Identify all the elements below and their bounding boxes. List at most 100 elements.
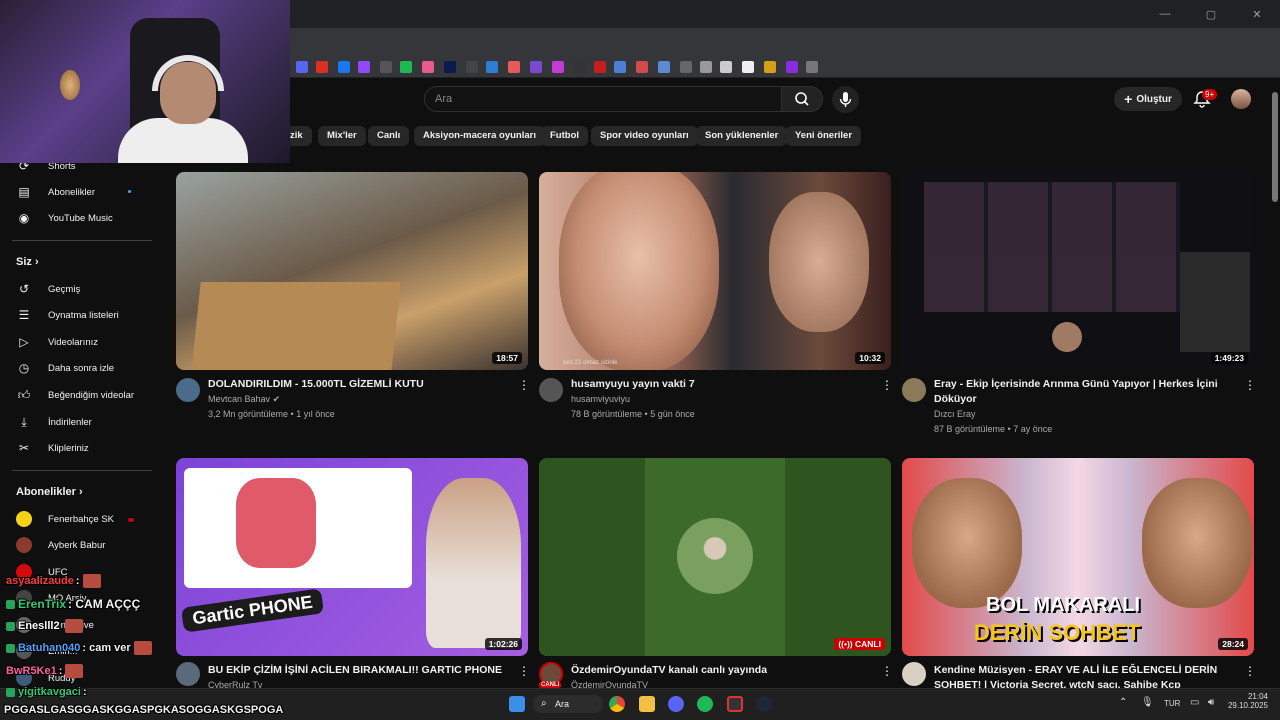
- scrollbar-thumb[interactable]: [1272, 92, 1278, 202]
- chip[interactable]: Son yüklenenler: [696, 126, 788, 146]
- account-avatar[interactable]: [1231, 89, 1251, 109]
- sidebar-channel[interactable]: Fenerbahçe SK: [16, 509, 114, 529]
- bookmark-icon[interactable]: [508, 61, 520, 73]
- bookmark-icon[interactable]: [316, 61, 328, 73]
- channel-name[interactable]: Mevtcan Bahav ✔: [208, 394, 280, 405]
- sidebar-item-subscriptions[interactable]: ▤ Abonelikler: [16, 182, 95, 202]
- video-thumbnail[interactable]: Gartic PHONE 1:02:26: [176, 458, 528, 656]
- minimize-button[interactable]: —: [1142, 0, 1188, 28]
- bookmark-icon[interactable]: [530, 61, 542, 73]
- chat-text: :: [82, 686, 87, 698]
- sidebar-item-music[interactable]: ◉ YouTube Music: [16, 208, 113, 228]
- new-content-dot: [128, 190, 131, 193]
- create-button[interactable]: + Oluştur: [1114, 87, 1182, 111]
- bookmark-icon[interactable]: [594, 61, 606, 73]
- more-options-icon[interactable]: ⋮: [1244, 664, 1256, 678]
- voice-search-button[interactable]: [832, 86, 859, 113]
- sidebar-item-history[interactable]: ↺ Geçmiş: [16, 279, 80, 299]
- sidebar-item-liked[interactable]: 👍︎ Beğendiğim videolar: [16, 385, 134, 405]
- channel-avatar[interactable]: [539, 378, 563, 402]
- more-options-icon[interactable]: ⋮: [881, 378, 893, 392]
- sidebar-item-watch-later[interactable]: ◷ Daha sonra izle: [16, 358, 114, 378]
- bookmark-icon[interactable]: [486, 61, 498, 73]
- channel-avatar[interactable]: [902, 378, 926, 402]
- search-input[interactable]: Ara: [424, 86, 782, 112]
- channel-name[interactable]: Dızcı Eray: [934, 409, 976, 419]
- subscriptions-section-header[interactable]: Abonelikler ›: [16, 486, 83, 498]
- video-title[interactable]: BU EKİP ÇİZİM İŞİNİ ACİLEN BIRAKMALI!! G…: [208, 663, 508, 678]
- video-thumbnail[interactable]: 1:49:23: [902, 172, 1254, 370]
- discord-icon[interactable]: [668, 696, 684, 712]
- bookmark-icon[interactable]: [720, 61, 732, 73]
- sidebar-item-your-videos[interactable]: ▷ Videolarınız: [16, 332, 98, 352]
- bookmark-icon[interactable]: [742, 61, 754, 73]
- video-title[interactable]: ÖzdemirOyundaTV kanalı canlı yayında: [571, 663, 871, 678]
- chip[interactable]: Canlı: [368, 126, 410, 146]
- microphone-icon[interactable]: 🎙︎: [1141, 697, 1154, 708]
- windows-start-icon[interactable]: [509, 696, 525, 712]
- channel-name[interactable]: husamviyuviyu: [571, 394, 630, 404]
- download-icon: ⤓: [21, 414, 27, 429]
- spotify-icon[interactable]: [697, 696, 713, 712]
- video-thumbnail[interactable]: BOL MAKARALI DERİN SOHBET 28:24: [902, 458, 1254, 656]
- channel-avatar[interactable]: [902, 662, 926, 686]
- bookmark-icon[interactable]: [786, 61, 798, 73]
- chip[interactable]: Yeni öneriler: [786, 126, 862, 146]
- bookmark-icon[interactable]: [700, 61, 712, 73]
- chrome-icon[interactable]: [609, 696, 625, 712]
- sidebar-channel[interactable]: Ayberk Babur: [16, 535, 105, 555]
- channel-avatar[interactable]: [176, 662, 200, 686]
- chevron-up-icon[interactable]: ⌃: [1119, 697, 1127, 708]
- maximize-button[interactable]: ▢: [1188, 0, 1234, 28]
- bookmark-icon[interactable]: [658, 61, 670, 73]
- network-icon[interactable]: ▭: [1190, 697, 1199, 708]
- bookmark-icon[interactable]: [338, 61, 350, 73]
- bookmark-icon[interactable]: [806, 61, 818, 73]
- file-explorer-icon[interactable]: [639, 696, 655, 712]
- search-button[interactable]: [781, 86, 823, 112]
- badge-icon: [6, 621, 15, 631]
- bookmark-icon[interactable]: [552, 61, 564, 73]
- bookmark-icon[interactable]: [764, 61, 776, 73]
- close-button[interactable]: ✕: [1234, 0, 1280, 28]
- bookmark-icon[interactable]: [400, 61, 412, 73]
- more-options-icon[interactable]: ⋮: [1244, 378, 1256, 392]
- sidebar-item-playlists[interactable]: ☰ Oynatma listeleri: [16, 305, 119, 325]
- chat-username: Eneslll2: [18, 619, 60, 632]
- bookmark-icon[interactable]: [296, 61, 308, 73]
- bookmark-icon[interactable]: [358, 61, 370, 73]
- chat-text: : CAM AÇÇÇ: [68, 597, 141, 611]
- bookmark-icon[interactable]: [680, 61, 692, 73]
- bookmark-icon[interactable]: [614, 61, 626, 73]
- more-options-icon[interactable]: ⋮: [518, 664, 530, 678]
- video-title[interactable]: Eray - Ekip İçerisinde Arınma Günü Yapıy…: [934, 377, 1224, 407]
- video-title[interactable]: husamyuyu yayın vakti 7: [571, 377, 871, 392]
- chip[interactable]: Aksiyon-macera oyunları: [414, 126, 545, 146]
- sidebar-item-downloads[interactable]: ⤓ İndirilenler: [16, 412, 91, 432]
- chip[interactable]: Spor video oyunları: [591, 126, 698, 146]
- you-section-header[interactable]: Siz ›: [16, 256, 39, 268]
- sidebar-item-clips[interactable]: ✂ Klipleriniz: [16, 438, 89, 458]
- steam-icon[interactable]: [756, 696, 772, 712]
- volume-icon[interactable]: 🔊︎: [1208, 697, 1214, 708]
- channel-avatar[interactable]: [176, 378, 200, 402]
- more-options-icon[interactable]: ⋮: [881, 664, 893, 678]
- more-options-icon[interactable]: ⋮: [518, 378, 530, 392]
- video-title[interactable]: DOLANDIRILDIM - 15.000TL GİZEMLİ KUTU: [208, 377, 508, 392]
- bookmark-icon[interactable]: [574, 61, 586, 73]
- language-indicator[interactable]: TUR: [1164, 699, 1180, 708]
- bookmark-icon[interactable]: [380, 61, 392, 73]
- bookmark-icon[interactable]: [636, 61, 648, 73]
- clock[interactable]: 21:04 29.10.2025: [1226, 692, 1268, 710]
- divider: [12, 470, 152, 471]
- chip[interactable]: Futbol: [541, 126, 589, 146]
- bookmark-icon[interactable]: [422, 61, 434, 73]
- obs-icon[interactable]: [727, 696, 743, 712]
- video-thumbnail[interactable]: ((•)) CANLI: [539, 458, 891, 656]
- video-thumbnail[interactable]: ben 22 olmaz sizinle 10:32: [539, 172, 891, 370]
- bookmark-icon[interactable]: [466, 61, 478, 73]
- badge-icon: [6, 600, 15, 610]
- chip[interactable]: Mix'ler: [318, 126, 366, 146]
- video-thumbnail[interactable]: 18:57: [176, 172, 528, 370]
- bookmark-icon[interactable]: [444, 61, 456, 73]
